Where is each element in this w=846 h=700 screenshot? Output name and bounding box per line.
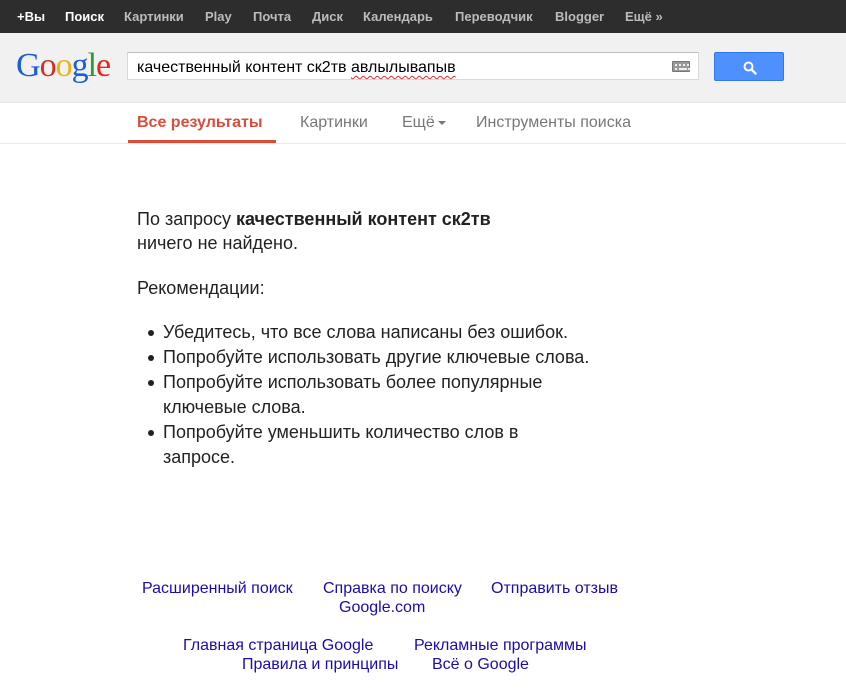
footer-google-home[interactable]: Главная страница Google — [183, 636, 373, 655]
google-top-bar: +Вы Поиск Картинки Play Почта Диск Кален… — [0, 0, 846, 33]
logo-letter: o — [39, 47, 57, 84]
footer-privacy-terms[interactable]: Правила и принципы — [242, 655, 398, 674]
search-tabs: Все результаты Картинки Ещё Инструменты … — [0, 103, 846, 144]
topbar-search[interactable]: Поиск — [65, 9, 104, 24]
logo-letter: e — [96, 47, 111, 84]
logo-letter: o — [55, 47, 73, 84]
active-tab-indicator — [128, 140, 276, 143]
query-main-text: качественный контент ск2тв — [137, 59, 347, 76]
topbar-drive[interactable]: Диск — [312, 9, 343, 24]
footer-send-feedback[interactable]: Отправить отзыв — [491, 579, 618, 598]
google-logo[interactable]: Google — [16, 47, 111, 85]
tab-more-label: Ещё — [402, 114, 435, 131]
search-input[interactable]: качественный контент ск2тв авлылывапыв — [127, 52, 699, 80]
footer-google-com[interactable]: Google.com — [339, 598, 425, 617]
tab-all-results[interactable]: Все результаты — [137, 114, 263, 132]
footer-advertising[interactable]: Рекламные программы — [414, 636, 587, 655]
list-item: Убедитесь, что все слова написаны без ош… — [148, 320, 663, 345]
footer-about-google[interactable]: Всё о Google — [432, 655, 529, 674]
topbar-mail[interactable]: Почта — [253, 9, 291, 24]
list-item: Попробуйте уменьшить количество слов в з… — [148, 420, 583, 470]
topbar-translate[interactable]: Переводчик — [455, 9, 533, 24]
keyboard-icon[interactable] — [672, 61, 690, 72]
magnifier-icon — [743, 61, 757, 75]
no-results-prefix: По запросу — [137, 209, 236, 229]
logo-letter: G — [16, 47, 41, 84]
topbar-more[interactable]: Ещё » — [625, 9, 663, 24]
list-item: Попробуйте использовать другие ключевые … — [148, 345, 603, 370]
topbar-blogger[interactable]: Blogger — [555, 9, 604, 24]
recommendations-title: Рекомендации: — [137, 278, 265, 298]
topbar-plus-you[interactable]: +Вы — [17, 9, 45, 24]
tab-more[interactable]: Ещё — [402, 114, 446, 132]
search-query-text[interactable]: качественный контент ск2тв авлылывапыв — [137, 59, 456, 77]
no-results-query: качественный контент ск2тв — [235, 209, 491, 229]
no-results-message: По запросу качественный контент ск2тв ни… — [137, 207, 657, 255]
topbar-calendar[interactable]: Календарь — [363, 9, 433, 24]
logo-letter: g — [71, 47, 89, 84]
topbar-play[interactable]: Play — [205, 9, 232, 24]
caret-down-icon — [437, 120, 446, 125]
list-item: Попробуйте использовать более популярные… — [148, 370, 613, 420]
tab-images[interactable]: Картинки — [300, 114, 368, 132]
search-header: Google качественный контент ск2тв авлылы… — [0, 33, 846, 103]
query-misspelled-word: авлылывапыв — [350, 59, 456, 76]
recommendations-list: Убедитесь, что все слова написаны без ош… — [148, 320, 663, 470]
topbar-images[interactable]: Картинки — [124, 9, 184, 24]
no-results-suffix: ничего не найдено. — [137, 233, 298, 253]
footer-search-help[interactable]: Справка по поиску — [323, 579, 462, 598]
logo-letter: l — [87, 47, 98, 84]
tab-search-tools[interactable]: Инструменты поиска — [476, 114, 631, 132]
footer-advanced-search[interactable]: Расширенный поиск — [142, 579, 293, 598]
search-button[interactable] — [714, 52, 784, 81]
